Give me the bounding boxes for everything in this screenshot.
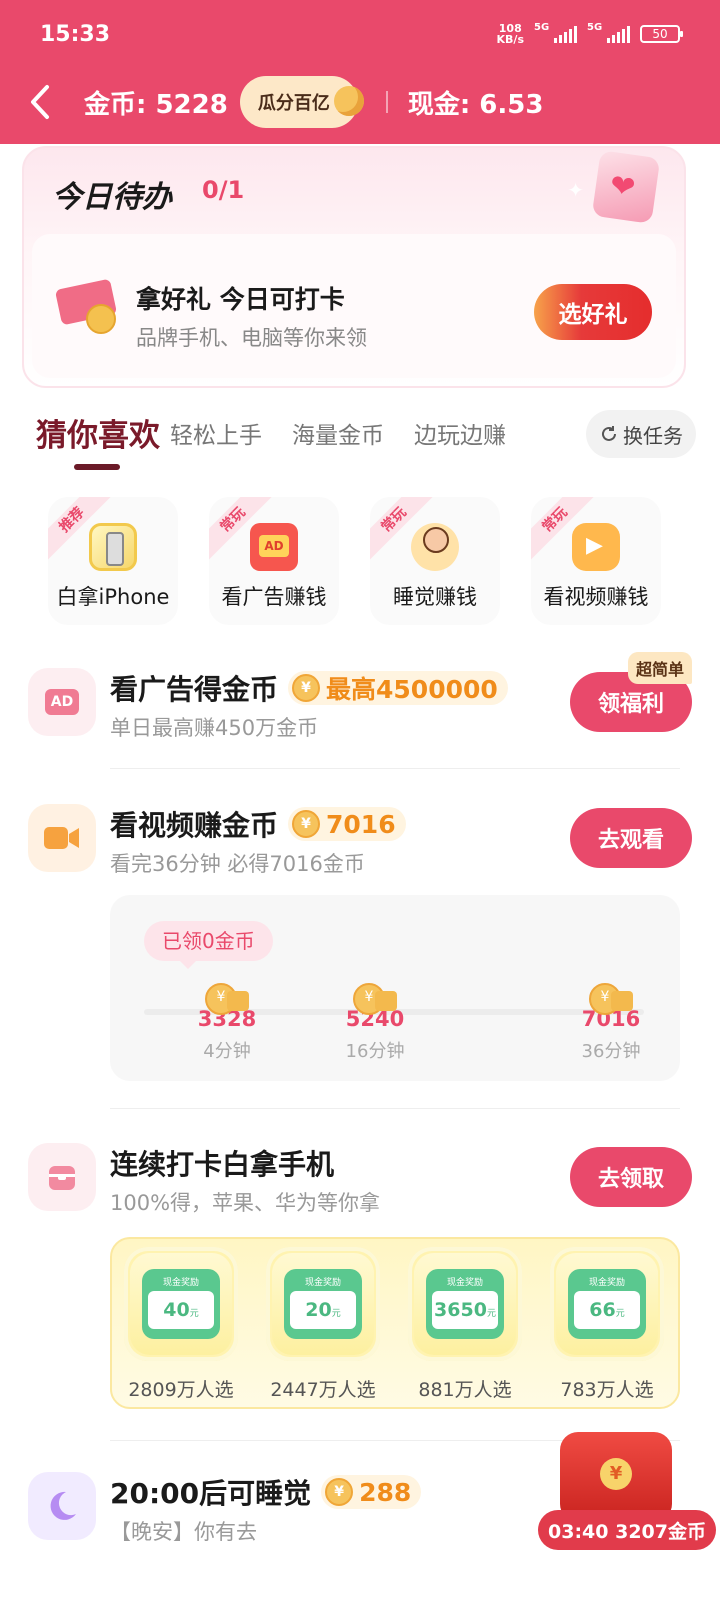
reward-badge: ¥7016 [288,807,406,841]
treasure-chest-icon [560,1432,672,1522]
refresh-icon [602,426,616,441]
divider [385,91,388,113]
coin-stack-icon [349,983,401,1015]
reward-badge: ¥288 [321,1475,422,1509]
coin-stack-icon [201,983,253,1015]
task-title: 连续打卡白拿手机 [110,1148,335,1181]
status-system-icons: 108 KB/s 5G 5G 50 [496,22,683,46]
quick-card-watch-ads[interactable]: 常玩 看广告赚钱 [209,497,339,625]
claimed-coins-label: 已领0金币 [144,921,273,969]
video-progress-panel: 已领0金币 3328 4分钟 5240 16分钟 7016 36分钟 [110,895,680,1081]
coin-icon: ¥ [325,1478,354,1506]
card-label: 睡觉赚钱 [393,585,477,609]
task-title: 看视频赚金币 ¥7016 [110,804,406,844]
reward-badge: ¥ 最高4500000 [288,671,508,705]
task-checkin-phone: 连续打卡白拿手机 100%得，苹果、华为等你拿 去领取 [28,1143,692,1223]
sparkle-icon: ✦ [567,178,584,202]
coin-icon: ¥ [292,674,321,702]
card-label: 看视频赚钱 [543,585,649,609]
quick-card-watch-video[interactable]: 常玩 看视频赚钱 [531,497,661,625]
card-label: 白拿iPhone [56,585,170,609]
swap-tasks-button[interactable]: 换任务 [586,410,696,458]
quick-card-free-iphone[interactable]: 推荐 白拿iPhone [48,497,178,625]
todo-item-subtitle: 品牌手机、电脑等你来领 [136,326,367,350]
sleeping-icon [411,523,459,571]
status-time: 15:33 [40,21,111,47]
tab-guess-you-like[interactable]: 猜你喜欢 [36,410,160,455]
cash-card-icon: 现金奖励 20元 [284,1269,362,1339]
card-label: 看广告赚钱 [221,585,327,609]
task-watch-ads: AD 看广告得金币 ¥ 最高4500000 单日最高赚450万金币 领福利 超简单 [28,652,692,748]
go-claim-button[interactable]: 去领取 [570,1147,692,1207]
task-subtitle: 单日最高赚450万金币 [110,716,319,740]
coin-icon: ¥ [292,810,321,838]
tab-massive-coins[interactable]: 海量金币 [292,416,384,450]
task-title: 20:00后可睡觉 ¥288 [110,1472,422,1512]
task-tabs: 猜你喜欢 轻松上手 海量金币 边玩边赚 换任务 [36,410,696,470]
back-button[interactable] [22,84,58,120]
checkin-prizes-panel: 现金奖励 40元 2809万人选 现金奖励 20元 2447万人选 现金奖励 3650… [110,1237,680,1409]
milestone: 3328 4分钟 [182,983,272,1063]
todo-count: 0/1 [202,176,245,204]
status-bar: 15:33 108 KB/s 5G 5G 50 [40,18,683,50]
prize-option[interactable]: 现金奖励 66元 783万人选 [550,1247,664,1402]
milestone: 7016 36分钟 [566,983,656,1063]
share-billion-button[interactable]: 瓜分百亿 [239,76,364,128]
quick-entry-cards: 推荐 白拿iPhone 常玩 看广告赚钱 常玩 睡觉赚钱 常玩 看视频赚钱 [48,497,668,625]
task-subtitle: 【晚安】你有去 [110,1520,257,1544]
ad-tv-icon [250,523,298,571]
cash-card-icon: 现金奖励 40元 [142,1269,220,1339]
super-simple-badge: 超简单 [627,652,692,684]
task-subtitle: 100%得，苹果、华为等你拿 [110,1191,381,1215]
gift-money-icon [54,274,126,334]
iphone-icon [89,523,137,571]
go-watch-button[interactable]: 去观看 [570,808,692,868]
header-bar: 15:33 108 KB/s 5G 5G 50 金币: 5228 瓜分百亿 现金… [0,0,720,144]
task-title: 看广告得金币 ¥ 最高4500000 [110,668,508,708]
todo-item[interactable]: 拿好礼 今日可打卡 品牌手机、电脑等你来领 选好礼 [32,234,676,378]
signal-icon: 5G [587,22,630,43]
tab-play-and-earn[interactable]: 边玩边赚 [414,416,506,450]
todo-title: 今日待办 [52,180,172,215]
prize-option[interactable]: 现金奖励 3650元 881万人选 [408,1247,522,1402]
ad-icon: AD [28,668,96,736]
calendar-heart-icon [591,150,661,224]
signal-icon: 5G [534,22,577,43]
todo-item-title: 拿好礼 今日可打卡 [136,285,345,314]
video-camera-icon [572,523,620,571]
gift-box-icon [28,1143,96,1211]
video-icon [28,804,96,872]
coin-stack-icon [585,983,637,1015]
coins-balance: 金币: 5228 [84,89,228,120]
task-watch-video: 看视频赚金币 ¥7016 看完36分钟 必得7016金币 去观看 [28,804,692,884]
prize-option[interactable]: 现金奖励 20元 2447万人选 [266,1247,380,1402]
task-subtitle: 看完36分钟 必得7016金币 [110,852,365,876]
prize-option[interactable]: 现金奖励 40元 2809万人选 [124,1247,238,1402]
divider [110,1108,680,1109]
chevron-left-icon [31,85,49,119]
top-bar: 金币: 5228 瓜分百亿 现金: 6.53 [0,72,720,132]
tab-easy-start[interactable]: 轻松上手 [170,416,262,450]
choose-gift-button[interactable]: 选好礼 [534,284,652,340]
battery-icon: 50 [640,25,683,43]
tab-underline [74,464,120,470]
floating-timer[interactable]: 03:40 3207金币 [538,1510,716,1550]
moon-icon [28,1472,96,1540]
moon-icon [333,86,364,116]
cash-card-icon: 现金奖励 66元 [568,1269,646,1339]
milestone: 5240 16分钟 [330,983,420,1063]
cash-card-icon: 现金奖励 3650元 [426,1269,504,1339]
divider [110,768,680,769]
today-todo-card: 今日待办 0/1 ✦ 拿好礼 今日可打卡 品牌手机、电脑等你来领 选好礼 [22,146,686,388]
net-speed: 108 KB/s [496,22,524,46]
quick-card-sleep-earn[interactable]: 常玩 睡觉赚钱 [370,497,500,625]
cash-balance[interactable]: 现金: 6.53 [408,84,544,121]
